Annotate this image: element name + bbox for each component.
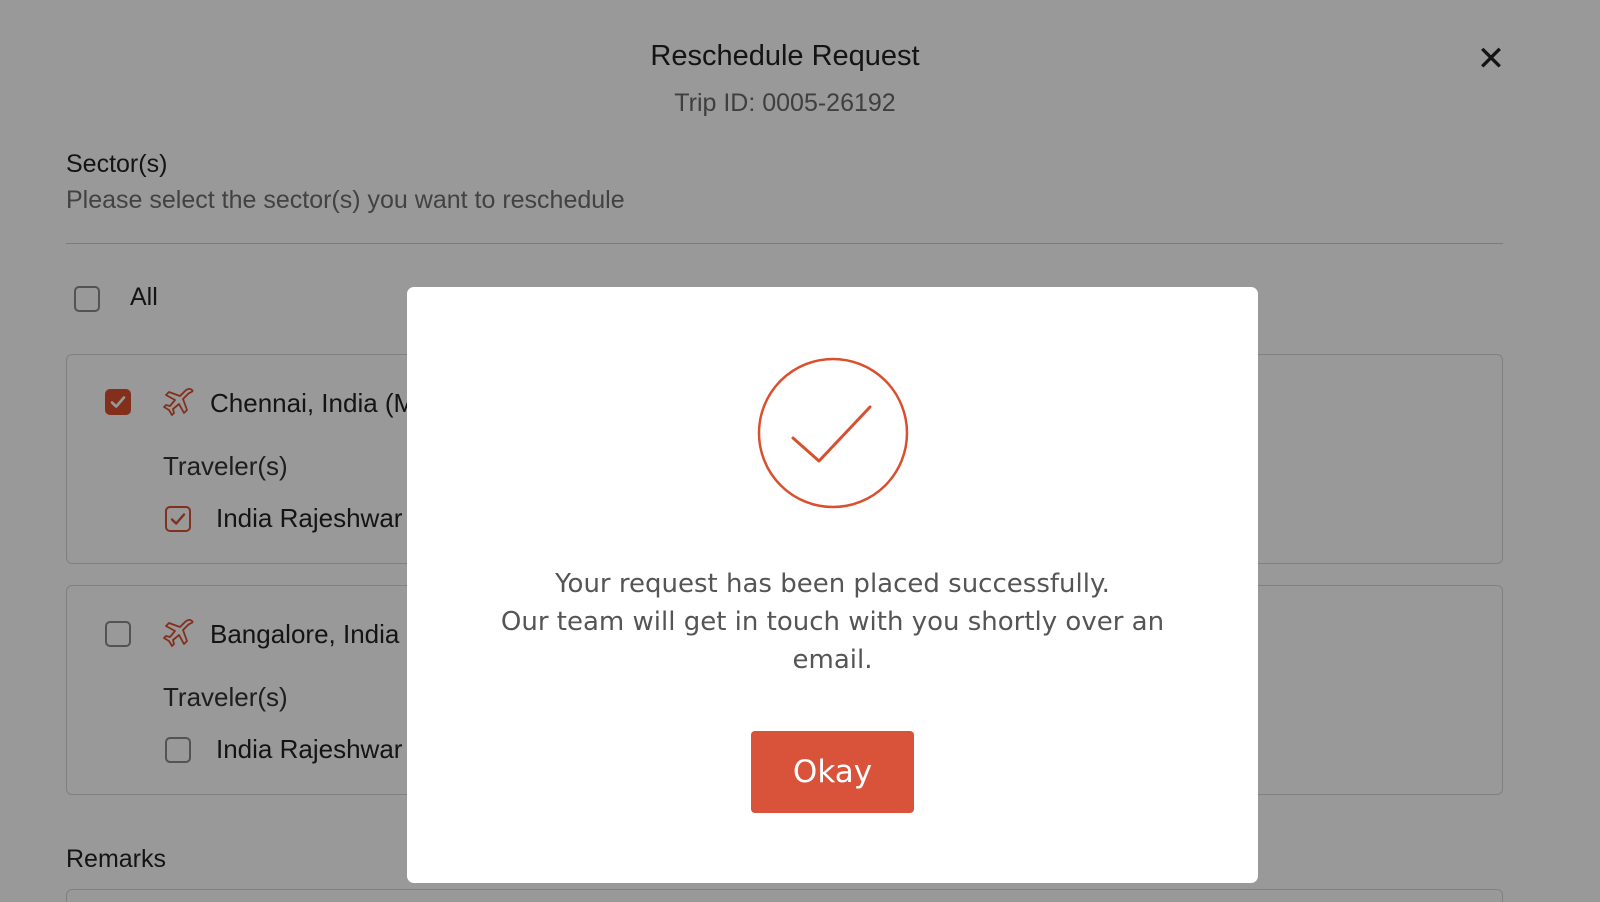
success-dialog: Your request has been placed successfull… bbox=[407, 287, 1258, 883]
success-message-line-1: Your request has been placed successfull… bbox=[555, 569, 1110, 599]
success-message-line-2: Our team will get in touch with you shor… bbox=[500, 607, 1165, 675]
okay-button[interactable]: Okay bbox=[751, 731, 914, 813]
success-check-icon bbox=[757, 357, 909, 509]
page: Reschedule Request Trip ID: 0005-26192 ✕… bbox=[0, 0, 1600, 902]
success-message: Your request has been placed successfull… bbox=[467, 565, 1198, 679]
